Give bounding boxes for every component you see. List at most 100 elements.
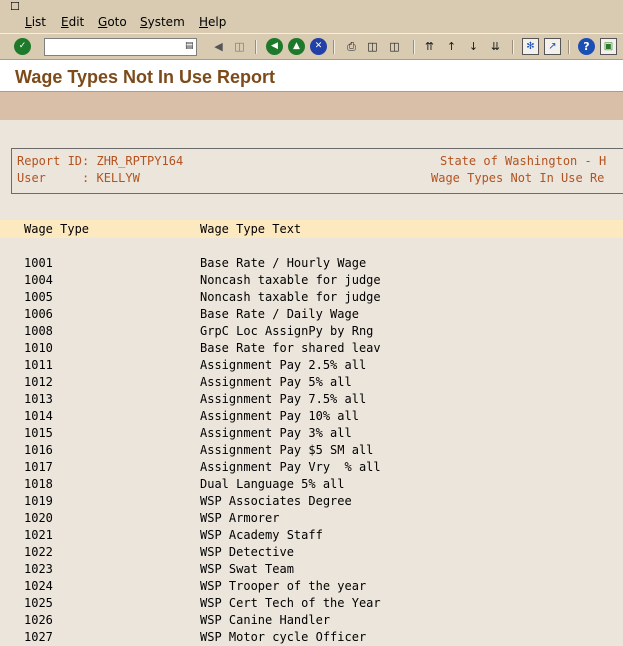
next-page-icon[interactable]: ↓ (465, 38, 482, 55)
menu-system-mnemonic: S (140, 15, 148, 29)
find-next-icon[interactable]: ◫ (386, 38, 403, 55)
wage-type-text: Base Rate for shared leav (200, 341, 381, 355)
wage-type-code: 1006 (24, 307, 53, 321)
enter-check-icon[interactable]: ✓ (14, 38, 31, 55)
wage-type-code: 1027 (24, 630, 53, 644)
exit-icon[interactable]: ▲ (288, 38, 305, 55)
wage-type-code: 1008 (24, 324, 53, 338)
command-history-icon[interactable]: ▤ (185, 41, 194, 52)
table-row[interactable]: 1015 Assignment Pay 3% all (0, 425, 623, 442)
wage-type-text: WSP Detective (200, 545, 294, 559)
table-row[interactable]: 1022 WSP Detective (0, 544, 623, 561)
table-row[interactable]: 1012 Assignment Pay 5% all (0, 374, 623, 391)
table-row[interactable]: 1005 Noncash taxable for judge (0, 289, 623, 306)
table-row[interactable]: 1023 WSP Swat Team (0, 561, 623, 578)
wage-type-code: 1010 (24, 341, 53, 355)
back-arrow-icon[interactable]: ◀ (210, 38, 227, 55)
column-header-wage-type: Wage Type (24, 222, 90, 236)
wage-type-text: Assignment Pay 3% all (200, 426, 352, 440)
wage-type-text: WSP Associates Degree (200, 494, 352, 508)
table-row[interactable]: 1020 WSP Armorer (0, 510, 623, 527)
wage-type-code: 1025 (24, 596, 53, 610)
wage-type-text: Noncash taxable for judge (200, 273, 381, 287)
layout-menu-icon[interactable]: ▣ (600, 38, 617, 55)
wage-type-code: 1004 (24, 273, 53, 287)
print-icon[interactable]: ⎙ (343, 38, 360, 55)
wage-type-text: Assignment Pay Vry % all (200, 460, 381, 474)
wage-type-code: 1015 (24, 426, 53, 440)
create-session-icon[interactable]: ✻ (522, 38, 539, 55)
wage-type-text: Assignment Pay 7.5% all (200, 392, 367, 406)
menu-list[interactable]: List (25, 15, 46, 29)
wage-type-code: 1005 (24, 290, 53, 304)
save-icon[interactable]: ◫ (231, 38, 248, 55)
table-row[interactable]: 1006 Base Rate / Daily Wage (0, 306, 623, 323)
table-row[interactable]: 1017 Assignment Pay Vry % all (0, 459, 623, 476)
previous-page-icon[interactable]: ↑ (443, 38, 460, 55)
toolbar-separator (568, 40, 570, 54)
wage-type-code: 1018 (24, 477, 53, 491)
system-menu-icon[interactable]: ☐ (10, 1, 24, 13)
table-row[interactable]: 1027 WSP Motor cycle Officer (0, 629, 623, 646)
wage-type-text: GrpC Loc AssignPy by Rng (200, 324, 374, 338)
wage-type-code: 1012 (24, 375, 53, 389)
toolbar-separator (413, 40, 415, 54)
wage-type-text: WSP Trooper of the year (200, 579, 367, 593)
table-row[interactable]: 1019 WSP Associates Degree (0, 493, 623, 510)
title-bar: Wage Types Not In Use Report (0, 60, 623, 92)
menu-list-mnemonic: L (25, 15, 32, 29)
wage-type-text: Base Rate / Hourly Wage (200, 256, 367, 270)
menu-help[interactable]: Help (199, 15, 226, 29)
column-header-wage-type-text: Wage Type Text (200, 222, 302, 236)
command-field[interactable]: ▤ (44, 38, 197, 56)
menu-goto[interactable]: Goto (98, 15, 127, 29)
user-label: User : KELLYW (17, 171, 140, 185)
table-row[interactable]: 1010 Base Rate for shared leav (0, 340, 623, 357)
wage-type-code: 1019 (24, 494, 53, 508)
menu-goto-mnemonic: G (98, 15, 108, 29)
report-name-label: Wage Types Not In Use Re (431, 171, 605, 185)
column-header-row: Wage Type Wage Type Text (0, 220, 623, 238)
last-page-icon[interactable]: ⇊ (487, 38, 504, 55)
find-icon[interactable]: ◫ (364, 38, 381, 55)
help-icon[interactable]: ? (578, 38, 595, 55)
wage-type-code: 1021 (24, 528, 53, 542)
wage-type-code: 1014 (24, 409, 53, 423)
menu-help-mnemonic: H (199, 15, 209, 29)
wage-type-code: 1020 (24, 511, 53, 525)
cancel-icon[interactable]: ✕ (310, 38, 327, 55)
wage-type-text: Assignment Pay 5% all (200, 375, 352, 389)
wage-type-code: 1011 (24, 358, 53, 372)
agency-label: State of Washington - H (440, 154, 607, 168)
table-row[interactable]: 1024 WSP Trooper of the year (0, 578, 623, 595)
first-page-icon[interactable]: ⇈ (421, 38, 438, 55)
wage-type-text: WSP Motor cycle Officer (200, 630, 367, 644)
wage-type-text: WSP Swat Team (200, 562, 294, 576)
wage-type-text: Base Rate / Daily Wage (200, 307, 359, 321)
menu-bar: ☐ List Edit Goto System Help (0, 0, 623, 33)
table-row[interactable]: 1004 Noncash taxable for judge (0, 272, 623, 289)
wage-type-code: 1023 (24, 562, 53, 576)
table-row[interactable]: 1013 Assignment Pay 7.5% all (0, 391, 623, 408)
menu-edit[interactable]: Edit (61, 15, 84, 29)
wage-type-text: WSP Canine Handler (200, 613, 331, 627)
command-input[interactable] (45, 39, 179, 55)
report-header-box: Report ID: ZHR_RPTPY164 State of Washing… (11, 148, 623, 194)
wage-type-text: WSP Cert Tech of the Year (200, 596, 381, 610)
table-row[interactable]: 1018 Dual Language 5% all (0, 476, 623, 493)
back-icon[interactable]: ◀ (266, 38, 283, 55)
table-row[interactable]: 1025 WSP Cert Tech of the Year (0, 595, 623, 612)
shortcut-icon[interactable]: ↗ (544, 38, 561, 55)
table-row[interactable]: 1001 Base Rate / Hourly Wage (0, 255, 623, 272)
table-row[interactable]: 1021 WSP Academy Staff (0, 527, 623, 544)
menu-system[interactable]: System (140, 15, 185, 29)
table-row[interactable]: 1011 Assignment Pay 2.5% all (0, 357, 623, 374)
wage-type-code: 1024 (24, 579, 53, 593)
table-row[interactable]: 1014 Assignment Pay 10% all (0, 408, 623, 425)
table-row[interactable]: 1016 Assignment Pay $5 SM all (0, 442, 623, 459)
wage-type-code: 1026 (24, 613, 53, 627)
wage-type-text: WSP Armorer (200, 511, 280, 525)
table-row[interactable]: 1008 GrpC Loc AssignPy by Rng (0, 323, 623, 340)
menu-edit-mnemonic: E (61, 15, 69, 29)
table-row[interactable]: 1026 WSP Canine Handler (0, 612, 623, 629)
